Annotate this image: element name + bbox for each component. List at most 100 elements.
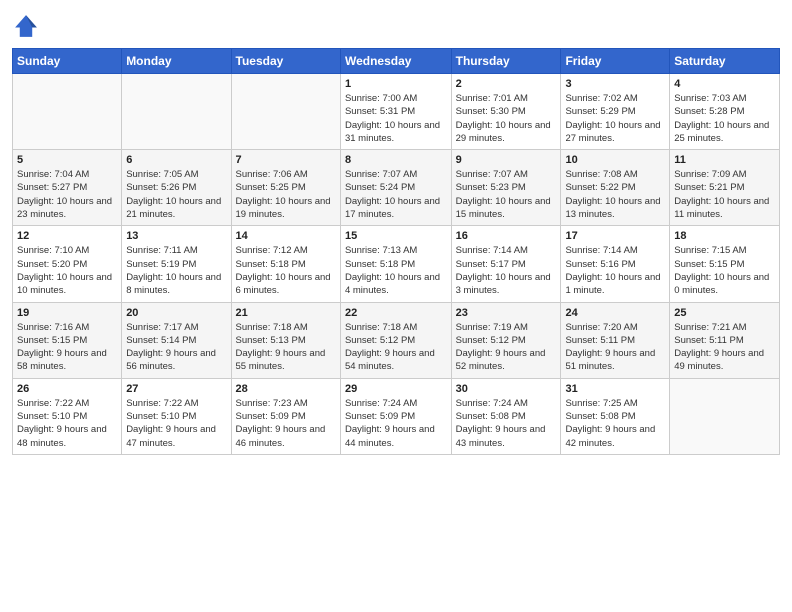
calendar-week-row: 12Sunrise: 7:10 AM Sunset: 5:20 PM Dayli… [13, 226, 780, 302]
day-number: 10 [565, 154, 665, 166]
day-number: 22 [345, 307, 447, 319]
weekday-header-wednesday: Wednesday [340, 49, 451, 74]
day-info: Sunrise: 7:01 AM Sunset: 5:30 PM Dayligh… [456, 92, 557, 145]
day-info: Sunrise: 7:16 AM Sunset: 5:15 PM Dayligh… [17, 321, 117, 374]
day-number: 15 [345, 230, 447, 242]
calendar-cell: 12Sunrise: 7:10 AM Sunset: 5:20 PM Dayli… [13, 226, 122, 302]
calendar-week-row: 5Sunrise: 7:04 AM Sunset: 5:27 PM Daylig… [13, 150, 780, 226]
day-info: Sunrise: 7:03 AM Sunset: 5:28 PM Dayligh… [674, 92, 775, 145]
calendar-cell: 23Sunrise: 7:19 AM Sunset: 5:12 PM Dayli… [451, 302, 561, 378]
weekday-header-saturday: Saturday [670, 49, 780, 74]
day-info: Sunrise: 7:20 AM Sunset: 5:11 PM Dayligh… [565, 321, 665, 374]
weekday-header-friday: Friday [561, 49, 670, 74]
weekday-header-sunday: Sunday [13, 49, 122, 74]
day-info: Sunrise: 7:14 AM Sunset: 5:17 PM Dayligh… [456, 244, 557, 297]
calendar-cell [231, 74, 340, 150]
day-number: 30 [456, 383, 557, 395]
weekday-header-row: SundayMondayTuesdayWednesdayThursdayFrid… [13, 49, 780, 74]
day-number: 6 [126, 154, 226, 166]
day-info: Sunrise: 7:24 AM Sunset: 5:08 PM Dayligh… [456, 397, 557, 450]
calendar-cell [13, 74, 122, 150]
day-info: Sunrise: 7:15 AM Sunset: 5:15 PM Dayligh… [674, 244, 775, 297]
day-number: 11 [674, 154, 775, 166]
calendar-cell [122, 74, 231, 150]
calendar-week-row: 1 Sunrise: 7:00 AM Sunset: 5:31 PM Daylig… [13, 74, 780, 150]
day-info: Sunrise: 7:13 AM Sunset: 5:18 PM Dayligh… [345, 244, 447, 297]
day-info: Sunrise: 7:18 AM Sunset: 5:12 PM Dayligh… [345, 321, 447, 374]
calendar-cell: 9 Sunrise: 7:07 AM Sunset: 5:23 PM Daylig… [451, 150, 561, 226]
day-number: 5 [17, 154, 117, 166]
calendar-cell: 19Sunrise: 7:16 AM Sunset: 5:15 PM Dayli… [13, 302, 122, 378]
calendar-cell: 28 Sunrise: 7:23 AM Sunset: 5:09 PM Dayli… [231, 378, 340, 454]
weekday-header-monday: Monday [122, 49, 231, 74]
day-info: Sunrise: 7:17 AM Sunset: 5:14 PM Dayligh… [126, 321, 226, 374]
logo [12, 12, 44, 40]
calendar-cell: 3Sunrise: 7:02 AM Sunset: 5:29 PM Daylig… [561, 74, 670, 150]
day-info: Sunrise: 7:23 AM Sunset: 5:09 PM Dayligh… [236, 397, 336, 450]
calendar-cell: 22 Sunrise: 7:18 AM Sunset: 5:12 PM Dayli… [340, 302, 451, 378]
day-number: 14 [236, 230, 336, 242]
day-number: 21 [236, 307, 336, 319]
day-info: Sunrise: 7:00 AM Sunset: 5:31 PM Dayligh… [345, 92, 447, 145]
calendar-cell: 29 Sunrise: 7:24 AM Sunset: 5:09 PM Dayli… [340, 378, 451, 454]
calendar-cell: 13 Sunrise: 7:11 AM Sunset: 5:19 PM Dayli… [122, 226, 231, 302]
logo-icon [12, 12, 40, 40]
calendar-cell: 8 Sunrise: 7:07 AM Sunset: 5:24 PM Daylig… [340, 150, 451, 226]
day-info: Sunrise: 7:11 AM Sunset: 5:19 PM Dayligh… [126, 244, 226, 297]
day-number: 28 [236, 383, 336, 395]
weekday-header-tuesday: Tuesday [231, 49, 340, 74]
day-number: 23 [456, 307, 557, 319]
calendar-cell: 30 Sunrise: 7:24 AM Sunset: 5:08 PM Dayli… [451, 378, 561, 454]
day-number: 2 [456, 78, 557, 90]
calendar-cell [670, 378, 780, 454]
day-number: 16 [456, 230, 557, 242]
day-number: 31 [565, 383, 665, 395]
calendar-cell: 16 Sunrise: 7:14 AM Sunset: 5:17 PM Dayli… [451, 226, 561, 302]
calendar-cell: 11Sunrise: 7:09 AM Sunset: 5:21 PM Dayli… [670, 150, 780, 226]
calendar-cell: 18Sunrise: 7:15 AM Sunset: 5:15 PM Dayli… [670, 226, 780, 302]
calendar-cell: 26 Sunrise: 7:22 AM Sunset: 5:10 PM Dayli… [13, 378, 122, 454]
day-info: Sunrise: 7:22 AM Sunset: 5:10 PM Dayligh… [17, 397, 117, 450]
calendar-cell: 7 Sunrise: 7:06 AM Sunset: 5:25 PM Daylig… [231, 150, 340, 226]
calendar-cell: 15 Sunrise: 7:13 AM Sunset: 5:18 PM Dayli… [340, 226, 451, 302]
day-info: Sunrise: 7:21 AM Sunset: 5:11 PM Dayligh… [674, 321, 775, 374]
day-number: 17 [565, 230, 665, 242]
day-info: Sunrise: 7:14 AM Sunset: 5:16 PM Dayligh… [565, 244, 665, 297]
calendar-cell: 1 Sunrise: 7:00 AM Sunset: 5:31 PM Daylig… [340, 74, 451, 150]
calendar-cell: 10 Sunrise: 7:08 AM Sunset: 5:22 PM Dayli… [561, 150, 670, 226]
calendar-cell: 25 Sunrise: 7:21 AM Sunset: 5:11 PM Dayli… [670, 302, 780, 378]
calendar-cell: 21Sunrise: 7:18 AM Sunset: 5:13 PM Dayli… [231, 302, 340, 378]
day-info: Sunrise: 7:05 AM Sunset: 5:26 PM Dayligh… [126, 168, 226, 221]
day-number: 9 [456, 154, 557, 166]
day-info: Sunrise: 7:07 AM Sunset: 5:24 PM Dayligh… [345, 168, 447, 221]
calendar-page: SundayMondayTuesdayWednesdayThursdayFrid… [0, 0, 792, 612]
day-info: Sunrise: 7:12 AM Sunset: 5:18 PM Dayligh… [236, 244, 336, 297]
calendar-cell: 24 Sunrise: 7:20 AM Sunset: 5:11 PM Dayli… [561, 302, 670, 378]
day-number: 20 [126, 307, 226, 319]
weekday-header-thursday: Thursday [451, 49, 561, 74]
calendar-cell: 17 Sunrise: 7:14 AM Sunset: 5:16 PM Dayli… [561, 226, 670, 302]
day-info: Sunrise: 7:02 AM Sunset: 5:29 PM Dayligh… [565, 92, 665, 145]
day-number: 25 [674, 307, 775, 319]
calendar-cell: 31Sunrise: 7:25 AM Sunset: 5:08 PM Dayli… [561, 378, 670, 454]
day-info: Sunrise: 7:07 AM Sunset: 5:23 PM Dayligh… [456, 168, 557, 221]
day-number: 8 [345, 154, 447, 166]
day-number: 7 [236, 154, 336, 166]
day-info: Sunrise: 7:22 AM Sunset: 5:10 PM Dayligh… [126, 397, 226, 450]
calendar-cell: 5Sunrise: 7:04 AM Sunset: 5:27 PM Daylig… [13, 150, 122, 226]
day-info: Sunrise: 7:08 AM Sunset: 5:22 PM Dayligh… [565, 168, 665, 221]
day-number: 13 [126, 230, 226, 242]
day-info: Sunrise: 7:06 AM Sunset: 5:25 PM Dayligh… [236, 168, 336, 221]
calendar-cell: 27Sunrise: 7:22 AM Sunset: 5:10 PM Dayli… [122, 378, 231, 454]
calendar-week-row: 19Sunrise: 7:16 AM Sunset: 5:15 PM Dayli… [13, 302, 780, 378]
calendar-cell: 2 Sunrise: 7:01 AM Sunset: 5:30 PM Daylig… [451, 74, 561, 150]
day-number: 1 [345, 78, 447, 90]
day-number: 26 [17, 383, 117, 395]
calendar-cell: 6 Sunrise: 7:05 AM Sunset: 5:26 PM Daylig… [122, 150, 231, 226]
day-info: Sunrise: 7:24 AM Sunset: 5:09 PM Dayligh… [345, 397, 447, 450]
day-number: 29 [345, 383, 447, 395]
day-number: 24 [565, 307, 665, 319]
calendar-cell: 4Sunrise: 7:03 AM Sunset: 5:28 PM Daylig… [670, 74, 780, 150]
header [12, 12, 780, 40]
calendar-table: SundayMondayTuesdayWednesdayThursdayFrid… [12, 48, 780, 455]
